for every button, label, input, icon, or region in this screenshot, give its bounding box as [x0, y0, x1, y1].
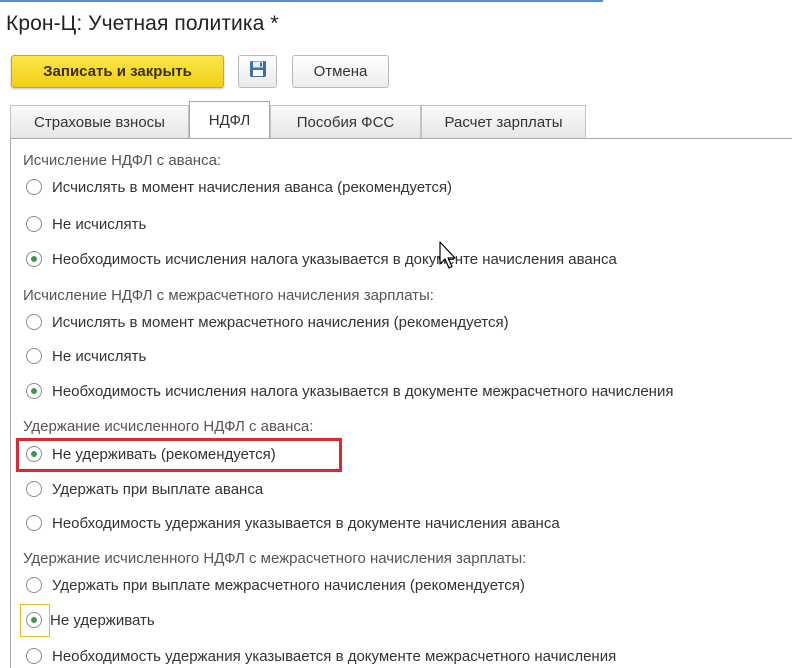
- cancel-button[interactable]: Отмена: [292, 55, 389, 88]
- floppy-disk-icon: [249, 60, 267, 83]
- radio-button-selected[interactable]: [26, 251, 42, 267]
- radio-button-unselected[interactable]: [26, 179, 42, 195]
- radio-label: Необходимость удержания указывается в до…: [52, 647, 617, 665]
- window-top-accent-line: [0, 0, 603, 2]
- radio-label: Необходимость исчисления налога указывае…: [52, 382, 674, 400]
- radio-label: Необходимость удержания указывается в до…: [52, 514, 560, 532]
- radio-option[interactable]: Исчислять в момент начисления аванса (ре…: [26, 176, 452, 198]
- radio-button-unselected[interactable]: [26, 348, 42, 364]
- radio-button-unselected[interactable]: [26, 648, 42, 664]
- radio-option[interactable]: Необходимость исчисления налога указывае…: [26, 248, 617, 270]
- radio-button-unselected[interactable]: [26, 216, 42, 232]
- tab-payroll-calculation[interactable]: Расчет зарплаты: [421, 105, 586, 138]
- group-label-advance-calculation: Исчисление НДФЛ с аванса:: [23, 152, 222, 169]
- tab-panel-left-border: [10, 138, 11, 668]
- radio-option[interactable]: Исчислять в момент межрасчетного начисле…: [26, 311, 509, 333]
- save-and-close-button[interactable]: Записать и закрыть: [11, 55, 224, 88]
- radio-button-unselected[interactable]: [26, 481, 42, 497]
- tab-ndfl[interactable]: НДФЛ: [189, 101, 270, 139]
- radio-label: Не исчислять: [52, 347, 147, 365]
- radio-label: Удержать при выплате межрасчетного начис…: [52, 576, 525, 594]
- radio-option[interactable]: Не исчислять: [26, 213, 146, 235]
- radio-button-unselected[interactable]: [26, 577, 42, 593]
- group-label-advance-withholding: Удержание исчисленного НДФЛ с аванса:: [23, 418, 314, 435]
- save-button[interactable]: [238, 55, 277, 88]
- radio-button-selected[interactable]: [26, 383, 42, 399]
- tab-fss-benefits[interactable]: Пособия ФСС: [270, 105, 421, 138]
- tab-insurance-contributions[interactable]: Страховые взносы: [10, 105, 189, 138]
- radio-button-unselected[interactable]: [26, 515, 42, 531]
- radio-option[interactable]: Не исчислять: [26, 345, 146, 367]
- mouse-pointer-icon: [439, 241, 459, 271]
- radio-selected-dot: [31, 617, 37, 623]
- radio-label: Исчислять в момент межрасчетного начисле…: [52, 313, 509, 331]
- radio-selected-dot: [31, 256, 37, 262]
- radio-option[interactable]: Не удерживать: [26, 609, 155, 631]
- radio-option[interactable]: Необходимость удержания указывается в до…: [26, 512, 560, 534]
- radio-label: Исчислять в момент начисления аванса (ре…: [52, 178, 453, 196]
- radio-option[interactable]: Удержать при выплате межрасчетного начис…: [26, 574, 525, 596]
- radio-label: Необходимость исчисления налога указывае…: [52, 250, 617, 268]
- group-label-interim-withholding: Удержание исчисленного НДФЛ с межрасчетн…: [23, 550, 527, 567]
- window-title: Крон-Ц: Учетная политика *: [6, 12, 279, 35]
- tab-panel-border: [10, 138, 792, 139]
- radio-button-unselected[interactable]: [26, 314, 42, 330]
- radio-label: Удержать при выплате аванса: [52, 480, 264, 498]
- radio-label: Не удерживать: [50, 611, 155, 629]
- radio-button-selected[interactable]: [26, 612, 42, 628]
- radio-option[interactable]: Необходимость исчисления налога указывае…: [26, 380, 673, 402]
- tab-bar: Страховые взносы НДФЛ Пособия ФСС Расчет…: [10, 101, 630, 139]
- red-highlight-frame: [16, 438, 342, 472]
- group-label-interim-calculation: Исчисление НДФЛ с межрасчетного начислен…: [23, 287, 434, 304]
- radio-selected-dot: [31, 388, 37, 394]
- radio-label: Не исчислять: [52, 215, 147, 233]
- radio-option[interactable]: Удержать при выплате аванса: [26, 478, 263, 500]
- radio-option[interactable]: Необходимость удержания указывается в до…: [26, 645, 616, 667]
